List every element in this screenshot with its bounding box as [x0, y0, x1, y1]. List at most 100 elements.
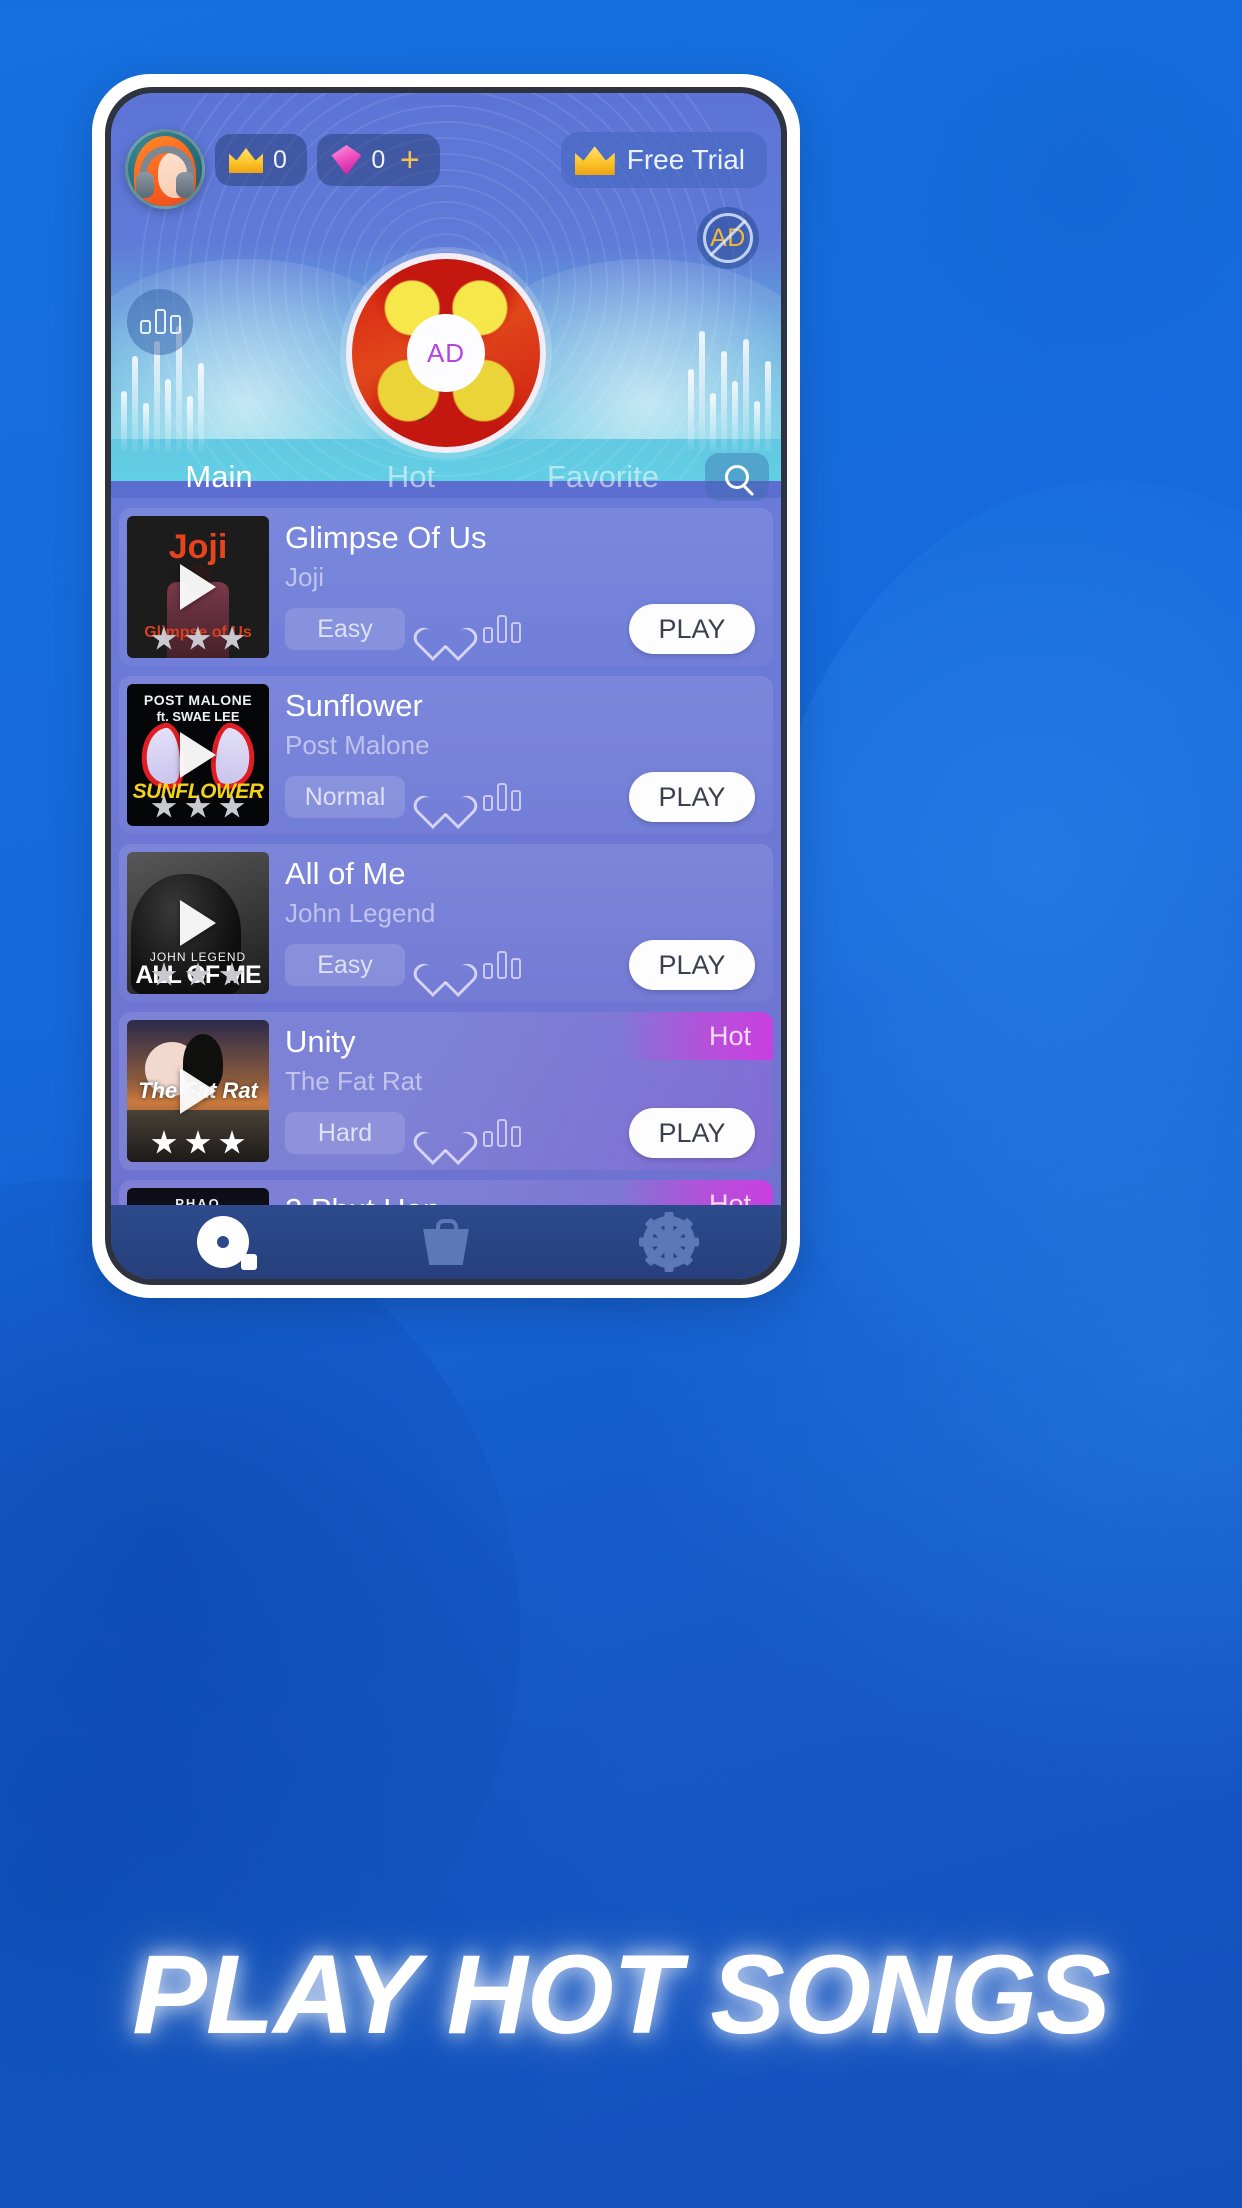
music-disc-icon	[196, 1216, 257, 1270]
song-meta: Hot Unity The Fat Rat Hard PLAY	[269, 1012, 773, 1162]
top-bar: 0 0 + Free Trial	[111, 111, 781, 209]
gem-counter[interactable]: 0 +	[317, 134, 440, 186]
album-art[interactable]: POST MALONE ft. SWAE LEE SUNFLOWER	[127, 684, 269, 826]
star-icon	[185, 626, 211, 650]
play-button[interactable]: PLAY	[629, 940, 755, 990]
star-icon	[185, 794, 211, 818]
nav-item-shop[interactable]	[334, 1219, 557, 1265]
phone-screen: 0 0 + Free Trial AD AD	[111, 93, 781, 1279]
leaderboard-icon[interactable]	[483, 1119, 521, 1147]
song-title: All of Me	[285, 856, 406, 891]
song-meta: Sunflower Post Malone Normal PLAY	[269, 684, 765, 826]
star-icon	[219, 1130, 245, 1154]
equalizer-bars-right	[688, 331, 771, 451]
album-art-subtitle: ft. SWAE LEE	[156, 709, 240, 724]
song-row[interactable]: Joji Glimpse of Us Glimpse Of Us Joji Ea…	[119, 508, 773, 666]
tab-main[interactable]: Main	[123, 459, 315, 495]
promo-banner-text: PLAY HOT SONGS	[132, 1932, 1111, 2057]
phone-bezel: 0 0 + Free Trial AD AD	[105, 87, 787, 1285]
equalizer-icon-bar-3	[169, 315, 181, 334]
phone-mockup: 0 0 + Free Trial AD AD	[92, 74, 800, 1298]
play-button[interactable]: PLAY	[629, 1108, 755, 1158]
ranking-button[interactable]	[127, 289, 193, 355]
crown-icon	[574, 146, 615, 175]
favorite-heart-icon[interactable]	[427, 950, 461, 981]
difficulty-badge[interactable]: Hard	[285, 1112, 405, 1154]
coin-value: 0	[273, 145, 288, 174]
background-blob-top	[802, 0, 1242, 400]
gem-icon	[331, 145, 362, 175]
star-icon	[219, 962, 245, 986]
album-art-title: Joji	[168, 528, 228, 566]
difficulty-stars	[127, 794, 269, 820]
settings-gear-icon	[639, 1212, 700, 1272]
star-icon	[151, 794, 177, 818]
song-actions: Easy PLAY	[285, 940, 765, 990]
difficulty-badge[interactable]: Normal	[285, 776, 405, 818]
add-gems-button[interactable]: +	[400, 143, 420, 177]
album-art[interactable]: JOHN LEGEND ALL OF ME	[127, 852, 269, 994]
song-meta: Glimpse Of Us Joji Easy PLAY	[269, 516, 765, 658]
song-row[interactable]: JOHN LEGEND ALL OF ME All of Me John Leg…	[119, 844, 773, 1002]
background-blob-right	[752, 480, 1242, 1460]
song-title: Sunflower	[285, 688, 423, 723]
music-note-icon	[240, 1254, 257, 1270]
song-actions: Easy PLAY	[285, 604, 765, 654]
song-artist: John Legend	[285, 898, 436, 928]
star-icon	[151, 626, 177, 650]
vinyl-disc[interactable]: AD	[346, 253, 546, 453]
disc-artwork: AD	[346, 253, 546, 453]
difficulty-badge[interactable]: Easy	[285, 944, 405, 986]
leaderboard-icon[interactable]	[483, 783, 521, 811]
nav-item-settings[interactable]	[558, 1212, 781, 1272]
favorite-heart-icon[interactable]	[427, 614, 461, 645]
star-icon	[185, 962, 211, 986]
bottom-nav	[111, 1205, 781, 1279]
star-icon	[151, 962, 177, 986]
leaderboard-icon[interactable]	[483, 615, 521, 643]
song-meta: Hot 2 Phut Hon Phao	[269, 1180, 773, 1206]
free-trial-label: Free Trial	[626, 144, 745, 175]
play-button[interactable]: PLAY	[629, 772, 755, 822]
song-artist: Joji	[285, 562, 325, 592]
album-art[interactable]: Joji Glimpse of Us	[127, 516, 269, 658]
free-trial-button[interactable]: Free Trial	[560, 132, 767, 188]
hot-badge: Hot	[623, 1180, 773, 1206]
nav-item-songs[interactable]	[111, 1216, 334, 1270]
favorite-heart-icon[interactable]	[427, 782, 461, 813]
song-artist: The Fat Rat	[285, 1066, 423, 1096]
play-triangle-icon	[180, 564, 216, 610]
song-row[interactable]: The Fat Rat Hot Unity The Fat Rat Hard P…	[119, 1012, 773, 1170]
song-list[interactable]: Joji Glimpse of Us Glimpse Of Us Joji Ea…	[111, 498, 781, 1206]
song-row[interactable]: PHAO 2 PHUT HON Hot 2 Phut Hon Phao	[119, 1180, 773, 1206]
coin-counter[interactable]: 0	[215, 134, 308, 186]
equalizer-icon-bar-1	[139, 320, 151, 334]
song-artist: Post Malone	[285, 730, 430, 760]
shop-basket-icon	[420, 1219, 472, 1265]
play-button[interactable]: PLAY	[629, 604, 755, 654]
album-art[interactable]: The Fat Rat	[127, 1020, 269, 1162]
difficulty-stars	[127, 1130, 269, 1156]
song-row[interactable]: POST MALONE ft. SWAE LEE SUNFLOWER Sunfl…	[119, 676, 773, 834]
play-triangle-icon	[180, 732, 216, 778]
gem-value: 0	[371, 145, 386, 174]
album-art-title: POST MALONE	[143, 692, 253, 708]
avatar[interactable]	[125, 129, 205, 209]
tab-favorite[interactable]: Favorite	[507, 459, 699, 495]
song-actions: Normal PLAY	[285, 772, 765, 822]
search-icon	[725, 465, 749, 489]
tab-hot[interactable]: Hot	[315, 459, 507, 495]
difficulty-stars	[127, 962, 269, 988]
leaderboard-icon[interactable]	[483, 951, 521, 979]
play-triangle-icon	[180, 900, 216, 946]
remove-ads-button[interactable]: AD	[697, 207, 759, 269]
search-button[interactable]	[705, 453, 769, 501]
star-icon	[151, 1130, 177, 1154]
disc-center-label: AD	[407, 314, 485, 392]
favorite-heart-icon[interactable]	[427, 1118, 461, 1149]
headphone-cup-left	[136, 172, 154, 198]
difficulty-badge[interactable]: Easy	[285, 608, 405, 650]
tab-bar: Main Hot Favorite	[111, 451, 781, 503]
basket-body	[423, 1229, 469, 1265]
album-art[interactable]: PHAO 2 PHUT HON	[127, 1188, 269, 1206]
